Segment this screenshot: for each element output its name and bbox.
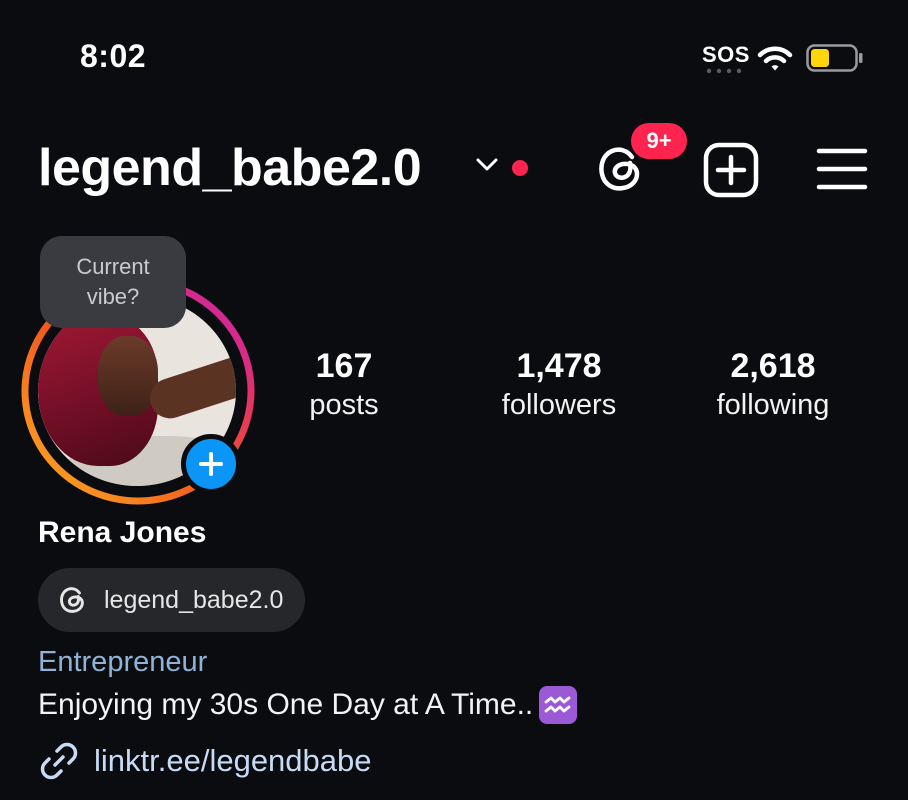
display-name: Rena Jones bbox=[38, 516, 207, 549]
following-stat[interactable]: 2,618 following bbox=[683, 346, 863, 424]
account-notification-dot bbox=[512, 160, 528, 176]
status-carrier: SOS bbox=[702, 42, 750, 67]
hamburger-menu-icon[interactable] bbox=[816, 146, 868, 192]
chevron-down-icon[interactable] bbox=[476, 158, 498, 172]
status-time: 8:02 bbox=[80, 38, 147, 74]
following-label: following bbox=[716, 389, 830, 421]
posts-label: posts bbox=[309, 389, 379, 421]
following-count: 2,618 bbox=[730, 347, 816, 385]
link-icon bbox=[40, 742, 78, 780]
bio-link[interactable]: linktr.ee/legendbabe bbox=[38, 740, 372, 782]
threads-handle: legend_babe2.0 bbox=[104, 585, 284, 614]
plus-icon bbox=[199, 452, 223, 476]
bio-link-text[interactable]: linktr.ee/legendbabe bbox=[94, 743, 372, 779]
profile-category: Entrepreneur bbox=[38, 646, 208, 678]
profile-username[interactable]: legend_babe2.0 bbox=[38, 138, 422, 198]
aquarius-emoji-icon bbox=[539, 686, 578, 724]
followers-label: followers bbox=[501, 389, 617, 421]
posts-count: 167 bbox=[315, 347, 373, 385]
add-story-button[interactable] bbox=[181, 434, 241, 494]
threads-profile-button[interactable]: legend_babe2.0 bbox=[38, 568, 306, 632]
bio-text: Enjoying my 30s One Day at A Time.. bbox=[38, 688, 534, 721]
signal-dots-icon bbox=[706, 68, 742, 74]
posts-stat[interactable]: 167 posts bbox=[254, 346, 434, 424]
followers-count: 1,478 bbox=[516, 347, 602, 385]
note-prompt-text: Current vibe? bbox=[76, 254, 150, 309]
wifi-icon bbox=[757, 46, 793, 71]
threads-icon bbox=[60, 587, 84, 613]
create-post-icon[interactable] bbox=[703, 142, 759, 198]
followers-stat[interactable]: 1,478 followers bbox=[469, 346, 649, 424]
bio-line: Enjoying my 30s One Day at A Time.. bbox=[38, 686, 578, 724]
notification-badge: 9+ bbox=[628, 120, 690, 162]
battery-icon bbox=[806, 44, 863, 72]
note-bubble[interactable]: Current vibe? bbox=[40, 236, 186, 328]
